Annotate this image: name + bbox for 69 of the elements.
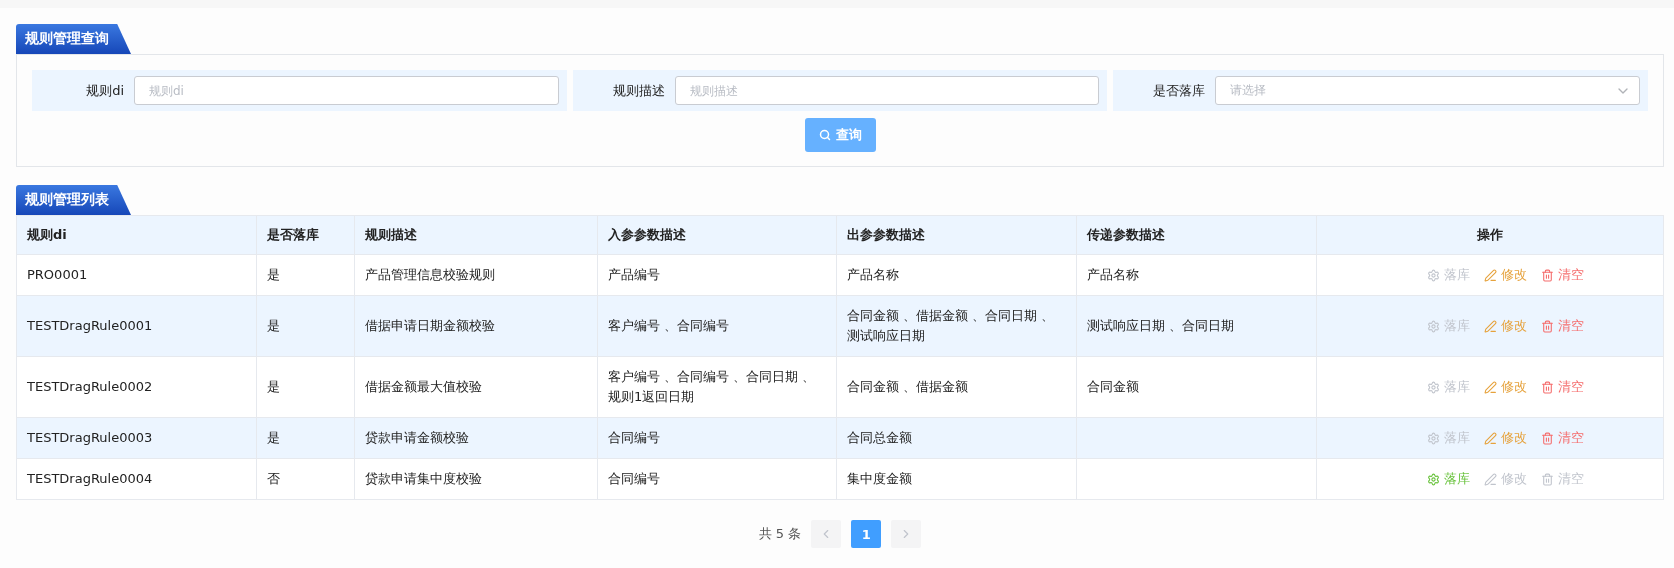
gear-icon — [1426, 380, 1440, 394]
trash-icon — [1540, 268, 1554, 282]
table-cell: 测试响应日期 、合同日期 — [1076, 295, 1317, 357]
pencil-icon — [1483, 472, 1497, 486]
column-header: 出参参数描述 — [836, 215, 1077, 255]
pencil-icon — [1483, 431, 1497, 445]
column-header: 规则di — [16, 215, 257, 255]
clear-button[interactable]: 清空 — [1540, 428, 1584, 448]
select-field[interactable]: 请选择 — [1215, 76, 1640, 105]
trash-icon — [1540, 380, 1554, 394]
table-cell: 产品管理信息校验规则 — [354, 254, 598, 296]
table-cell: 是 — [256, 417, 355, 459]
field-label: 是否落库 — [1152, 81, 1206, 100]
clear-button[interactable]: 清空 — [1540, 265, 1584, 285]
trash-icon — [1540, 319, 1554, 333]
table-cell: 合同金额 、借据金额 、合同日期 、测试响应日期 — [836, 295, 1077, 357]
table-cell: 是 — [256, 254, 355, 296]
pencil-icon — [1483, 268, 1497, 282]
page-button[interactable]: 1 — [851, 520, 882, 548]
total-count: 共 5 条 — [758, 525, 802, 543]
input-field[interactable]: 规则di — [134, 76, 559, 105]
edit-button[interactable]: 修改 — [1483, 316, 1527, 336]
table-cell: 合同金额 、借据金额 — [836, 356, 1077, 418]
column-header: 操作 — [1316, 215, 1664, 255]
table-cell: 产品名称 — [1076, 254, 1317, 296]
table-cell: 是 — [256, 356, 355, 418]
table-cell: 产品名称 — [836, 254, 1077, 296]
table-cell: TESTDragRule0001 — [16, 295, 257, 357]
table-cell: 客户编号 、合同编号 、合同日期 、规则1返回日期 — [597, 356, 837, 418]
store-button[interactable]: 落库 — [1426, 469, 1470, 489]
trash-icon — [1540, 472, 1554, 486]
table-cell: 借据金额最大值校验 — [354, 356, 598, 418]
clear-button[interactable]: 清空 — [1540, 377, 1584, 397]
column-header: 是否落库 — [256, 215, 355, 255]
gear-icon — [1426, 268, 1440, 282]
table-cell: 是 — [256, 295, 355, 357]
trash-icon — [1540, 431, 1554, 445]
edit-button[interactable]: 修改 — [1483, 265, 1527, 285]
field-label: 规则di — [85, 81, 124, 100]
pencil-icon — [1483, 380, 1497, 394]
column-header: 入参参数描述 — [597, 215, 837, 255]
table-cell: 贷款申请金额校验 — [354, 417, 598, 459]
table-cell: PRO0001 — [16, 254, 257, 296]
table-cell: 合同编号 — [597, 458, 837, 500]
edit-button[interactable]: 修改 — [1483, 377, 1527, 397]
table-cell: TESTDragRule0002 — [16, 356, 257, 418]
gear-icon — [1426, 472, 1440, 486]
table-cell: 合同总金额 — [836, 417, 1077, 459]
table-cell: 集中度金额 — [836, 458, 1077, 500]
edit-button[interactable]: 修改 — [1483, 428, 1527, 448]
search-icon — [818, 129, 831, 141]
gear-icon — [1426, 431, 1440, 445]
column-header: 传递参数描述 — [1076, 215, 1317, 255]
table-cell: 产品编号 — [597, 254, 837, 296]
search-button[interactable]: 查询 — [804, 118, 876, 152]
table-cell: 否 — [256, 458, 355, 500]
table-cell: 贷款申请集中度校验 — [354, 458, 598, 500]
pencil-icon — [1483, 319, 1497, 333]
table-cell: 客户编号 、合同编号 — [597, 295, 837, 357]
column-header: 规则描述 — [354, 215, 598, 255]
table-cell: 借据申请日期金额校验 — [354, 295, 598, 357]
table-cell: 合同金额 — [1076, 356, 1317, 418]
table-cell: TESTDragRule0003 — [16, 417, 257, 459]
clear-button[interactable]: 清空 — [1540, 316, 1584, 336]
table-cell: 合同编号 — [597, 417, 837, 459]
field-label: 规则描述 — [611, 81, 665, 100]
table-cell: TESTDragRule0004 — [16, 458, 257, 500]
gear-icon — [1426, 319, 1440, 333]
input-field[interactable]: 规则描述 — [674, 76, 1100, 105]
